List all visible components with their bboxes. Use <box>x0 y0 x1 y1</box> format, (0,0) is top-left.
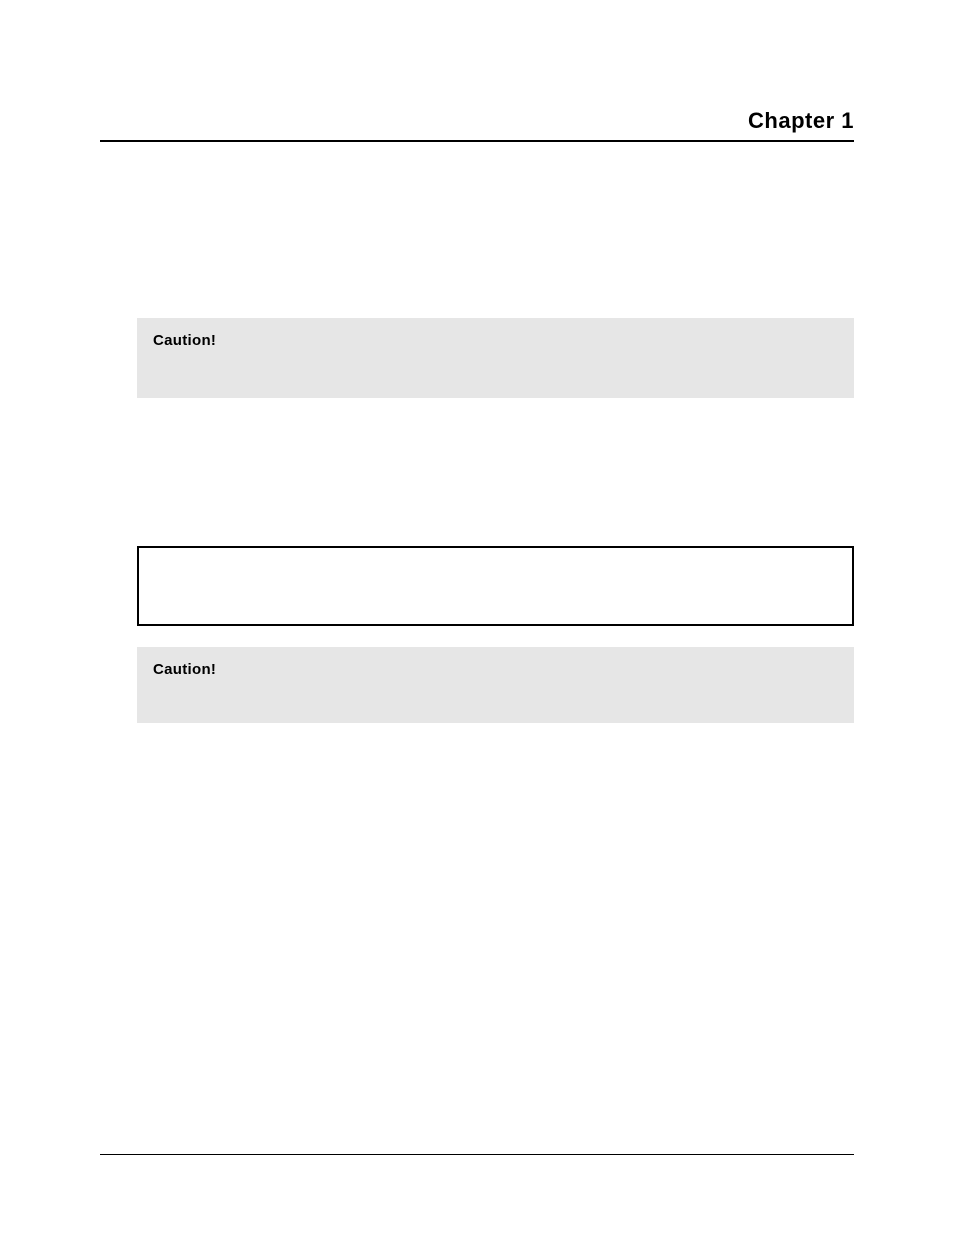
caution-box-2: Caution! <box>137 647 854 723</box>
chapter-header: Chapter 1 <box>748 108 854 134</box>
caution-label-1: Caution! <box>153 332 216 349</box>
page: Chapter 1 Caution! Caution! <box>0 0 954 1235</box>
caution-box-1: Caution! <box>137 318 854 398</box>
header-rule <box>100 140 854 142</box>
footer-rule <box>100 1154 854 1155</box>
caution-label-2: Caution! <box>153 661 216 678</box>
framed-box <box>137 546 854 626</box>
